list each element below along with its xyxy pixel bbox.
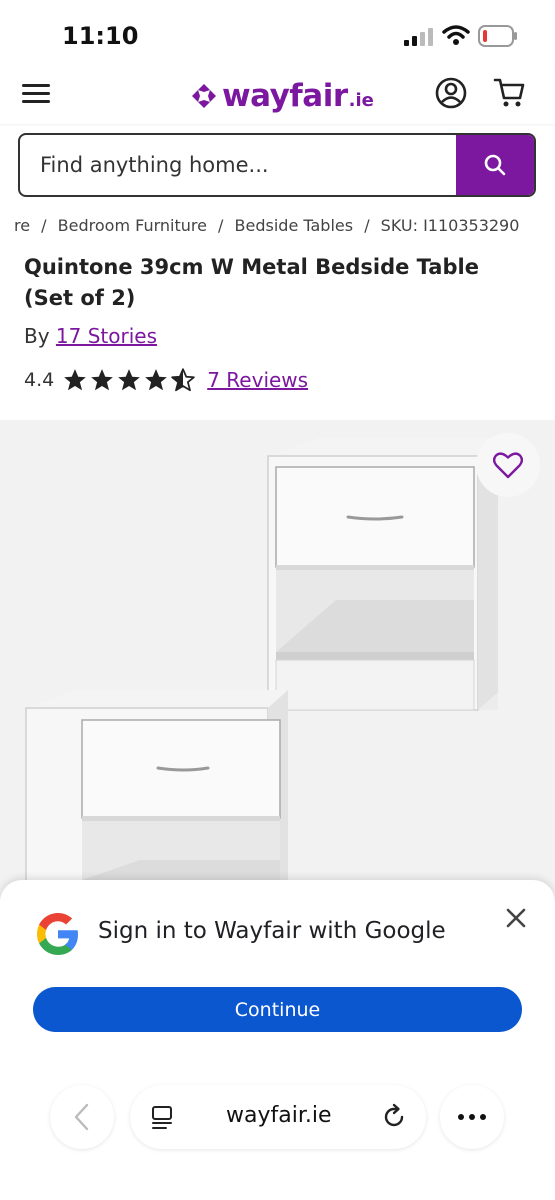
star-full-icon — [118, 369, 141, 391]
page-menu-icon — [152, 1106, 172, 1129]
product-image — [25, 438, 498, 940]
favorite-button[interactable] — [476, 433, 540, 497]
breadcrumb-separator: / — [41, 216, 47, 235]
breadcrumb: re / Bedroom Furniture / Bedside Tables … — [14, 216, 555, 242]
product-byline: By 17 Stories — [24, 324, 157, 348]
continue-button[interactable]: Continue — [33, 987, 522, 1032]
back-button[interactable] — [50, 1085, 114, 1149]
search-bar: Find anything home... — [18, 133, 536, 197]
rating-row: 4.4 7 Reviews — [24, 364, 308, 396]
breadcrumb-separator: / — [364, 216, 370, 235]
account-icon[interactable] — [434, 76, 468, 110]
breadcrumb-separator: / — [218, 216, 224, 235]
search-input[interactable]: Find anything home... — [40, 135, 269, 195]
search-button[interactable] — [456, 135, 534, 195]
star-full-icon — [145, 369, 168, 391]
search-icon — [484, 154, 506, 176]
battery-icon — [478, 25, 517, 47]
reload-icon[interactable] — [380, 1103, 408, 1131]
star-full-icon — [64, 369, 87, 391]
site-header: wayfair .ie — [0, 68, 555, 124]
breadcrumb-item[interactable]: Bedroom Furniture — [58, 216, 207, 235]
product-image-carousel[interactable] — [0, 420, 555, 940]
breadcrumb-sku: SKU: I110353290 — [380, 216, 520, 235]
chevron-left-icon — [74, 1103, 89, 1131]
breadcrumb-item[interactable]: Bedside Tables — [235, 216, 354, 235]
browser-toolbar: wayfair.ie — [0, 1075, 555, 1165]
rating-value: 4.4 — [24, 369, 55, 391]
star-half-icon — [171, 368, 195, 392]
by-label: By — [24, 324, 50, 348]
brand-link[interactable]: 17 Stories — [56, 324, 157, 348]
wayfair-logo-mark-icon — [192, 84, 216, 108]
wifi-icon — [442, 25, 470, 45]
status-bar: 11:10 — [0, 0, 555, 70]
google-logo-icon — [37, 913, 78, 955]
product-title: Quintone 39cm W Metal Bedside Table (Set… — [24, 255, 479, 310]
address-bar[interactable]: wayfair.ie — [130, 1085, 426, 1149]
cart-icon[interactable] — [492, 74, 528, 110]
close-icon[interactable] — [500, 902, 532, 934]
status-time: 11:10 — [62, 22, 139, 50]
breadcrumb-item[interactable]: re — [14, 216, 30, 235]
wayfair-logo[interactable]: wayfair .ie — [190, 76, 374, 116]
signin-text: Sign in to Wayfair with Google — [98, 918, 446, 944]
logo-tld: .ie — [348, 89, 374, 111]
menu-icon[interactable] — [20, 78, 52, 110]
reviews-link[interactable]: 7 Reviews — [207, 368, 308, 392]
url-text: wayfair.ie — [226, 1103, 332, 1128]
heart-icon — [493, 452, 523, 479]
star-full-icon — [91, 369, 114, 391]
more-dots-icon — [458, 1114, 486, 1120]
logo-text: wayfair — [222, 78, 348, 114]
more-options-button[interactable] — [440, 1085, 504, 1149]
cellular-signal-icon — [404, 28, 433, 46]
star-rating — [62, 367, 197, 393]
